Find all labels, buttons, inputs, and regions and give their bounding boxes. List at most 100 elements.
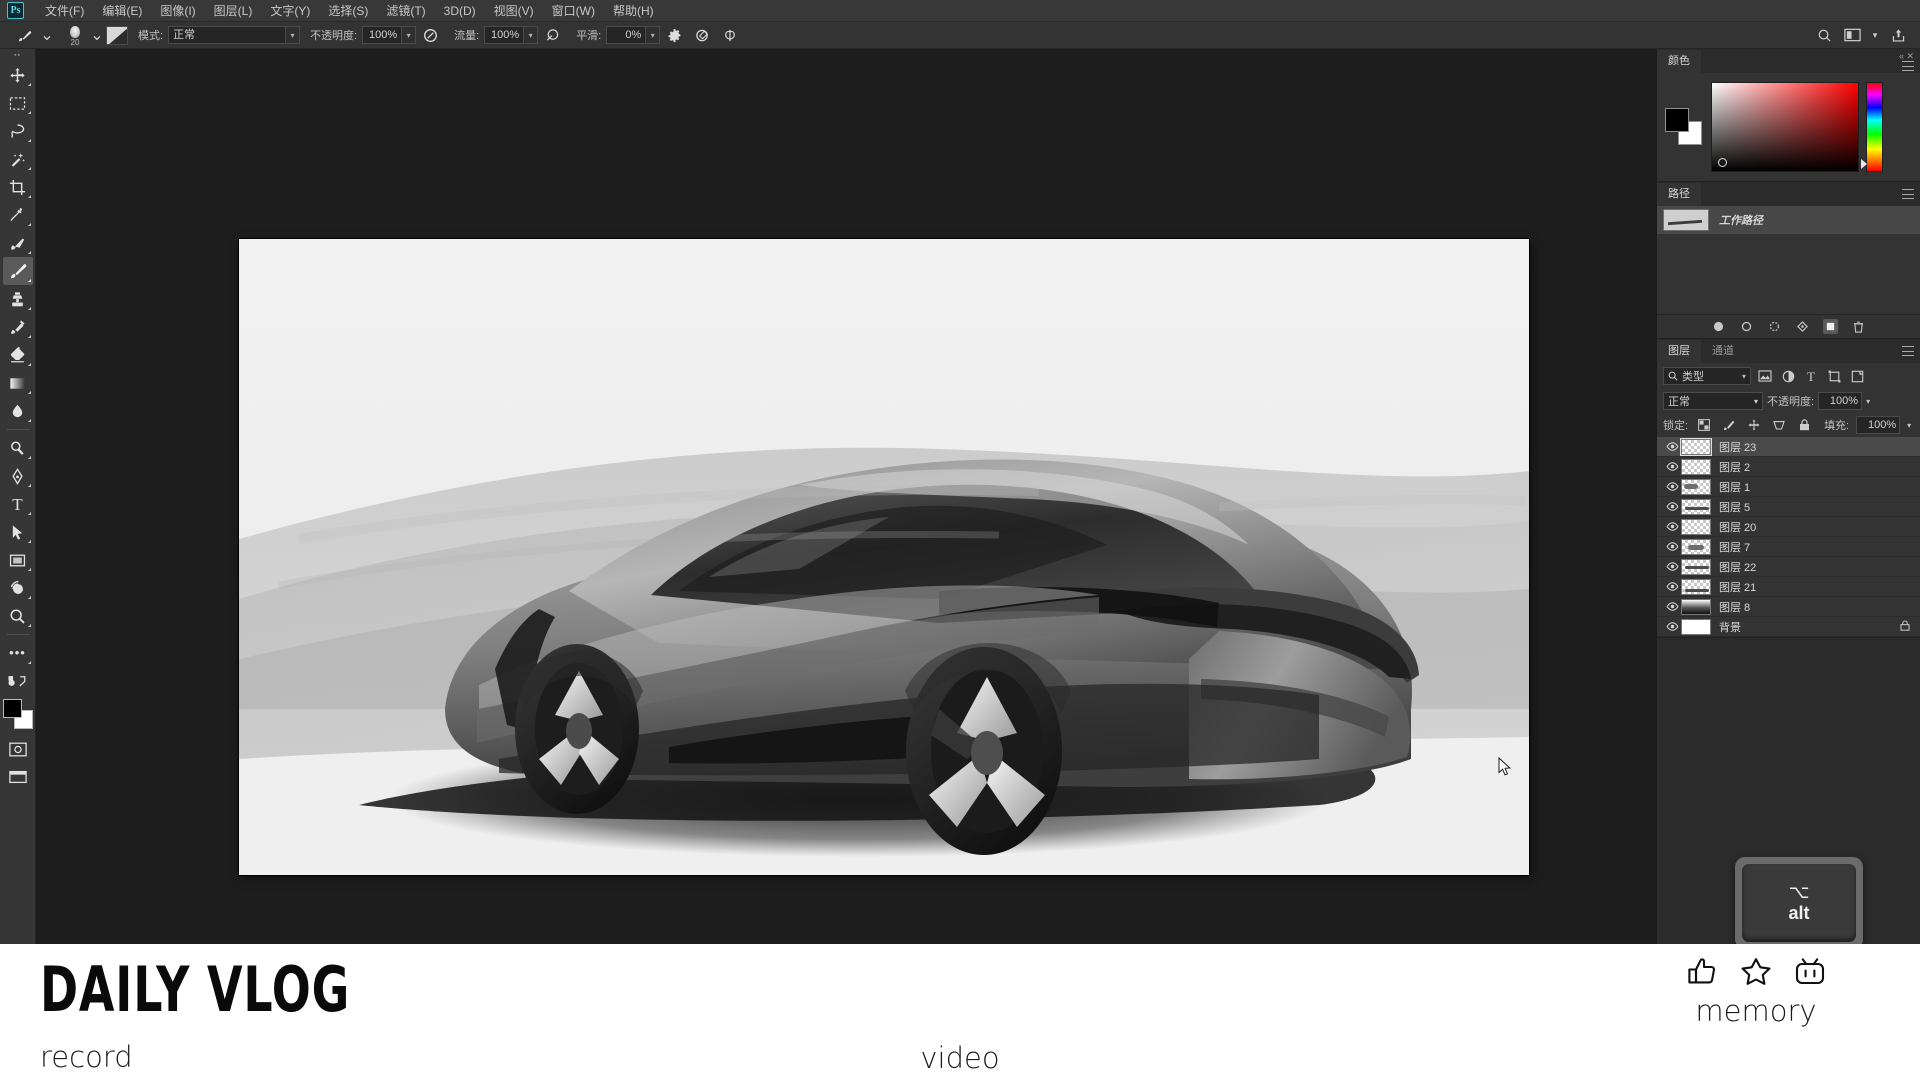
thumbs-up-icon[interactable] (1684, 954, 1720, 990)
smoothing-input[interactable]: 0% (606, 26, 647, 44)
layer-row-10[interactable]: 背景 (1657, 617, 1920, 637)
brush-preset-caret-icon[interactable]: ⌄ (40, 24, 53, 46)
move-tool[interactable] (3, 61, 33, 89)
layer-thumbnail[interactable] (1680, 437, 1712, 456)
menu-select[interactable]: 选择(S) (319, 2, 377, 20)
magic-wand-tool[interactable] (3, 145, 33, 173)
toolbar-grip[interactable]: ▪▪ (0, 49, 36, 61)
paths-panel-menu-icon[interactable] (1902, 189, 1914, 199)
tab-channels[interactable]: 通道 (1701, 340, 1745, 363)
menu-window[interactable]: 窗口(W) (543, 2, 604, 20)
layer-visibility-toggle[interactable] (1663, 462, 1681, 471)
brush-panel-toggle[interactable] (106, 25, 128, 45)
workspace-switcher-icon[interactable] (1841, 24, 1863, 46)
layer-visibility-toggle[interactable] (1663, 442, 1681, 451)
layer-visibility-toggle[interactable] (1663, 562, 1681, 571)
layer-filter-caret-icon[interactable]: ▾ (1742, 372, 1746, 381)
history-brush-tool[interactable] (3, 313, 33, 341)
make-work-path-icon[interactable] (1795, 319, 1810, 334)
screen-mode-toggle[interactable] (3, 763, 33, 791)
brush-tool[interactable] (2, 257, 33, 285)
layer-blend-mode-select[interactable]: 正常 ▾ (1663, 392, 1763, 410)
layer-thumbnail[interactable] (1681, 478, 1711, 495)
shape-filter-icon[interactable] (1825, 367, 1843, 385)
menu-3d[interactable]: 3D(D) (435, 2, 485, 20)
blend-mode-caret-icon[interactable]: ▾ (286, 26, 301, 44)
tab-paths[interactable]: 路径 (1657, 183, 1701, 206)
lock-transparent-pixels-icon[interactable] (1695, 416, 1713, 434)
pressure-size-icon[interactable] (691, 24, 713, 46)
workspace-caret-icon[interactable]: ▾ (1869, 24, 1881, 46)
brush-size-preview[interactable]: 20 (62, 24, 88, 47)
menu-type[interactable]: 文字(Y) (261, 2, 319, 20)
menu-layer[interactable]: 图层(L) (205, 2, 262, 20)
layers-panel-menu-icon[interactable] (1902, 346, 1914, 356)
search-icon[interactable] (1813, 24, 1835, 46)
stroke-path-icon[interactable] (1739, 319, 1754, 334)
menu-edit[interactable]: 编辑(E) (93, 2, 151, 20)
layer-thumbnail[interactable] (1681, 618, 1711, 635)
pixel-filter-icon[interactable] (1756, 367, 1774, 385)
foreground-color-swatch[interactable] (2, 699, 22, 718)
opacity-input[interactable]: 100% (362, 26, 403, 44)
quick-mask-toggle[interactable] (3, 735, 33, 763)
color-panel-swatches[interactable] (1665, 108, 1703, 146)
menu-file[interactable]: 文件(F) (36, 2, 93, 20)
type-filter-icon[interactable]: T (1802, 367, 1820, 385)
edit-toolbar-button[interactable] (3, 667, 33, 695)
color-picker-handle[interactable] (1718, 158, 1727, 167)
smart-object-filter-icon[interactable] (1848, 367, 1866, 385)
color-spectrum-field[interactable] (1711, 82, 1859, 172)
lock-all-icon[interactable] (1795, 416, 1813, 434)
delete-path-icon[interactable] (1851, 319, 1866, 334)
fill-path-icon[interactable] (1711, 319, 1726, 334)
layer-thumbnail[interactable] (1681, 458, 1711, 475)
layer-visibility-toggle[interactable] (1663, 522, 1681, 531)
lock-position-icon[interactable] (1745, 416, 1763, 434)
lock-artboard-icon[interactable] (1770, 416, 1788, 434)
clone-stamp-tool[interactable] (3, 285, 33, 313)
layer-row-3[interactable]: 图层 1 (1657, 477, 1920, 497)
type-tool[interactable]: T (3, 490, 33, 518)
eyedropper-tool[interactable] (3, 201, 33, 229)
new-path-icon[interactable] (1823, 319, 1838, 334)
layer-opacity-input[interactable]: 100% (1818, 392, 1863, 410)
layer-fill-input[interactable]: 100% (1856, 416, 1901, 434)
layer-blend-caret-icon[interactable]: ▾ (1754, 397, 1758, 406)
layer-row-4[interactable]: 图层 5 (1657, 497, 1920, 517)
layer-visibility-toggle[interactable] (1663, 502, 1681, 511)
layer-thumbnail[interactable] (1681, 498, 1711, 515)
layer-row-8[interactable]: 图层 21 (1657, 577, 1920, 597)
hue-slider-handle[interactable] (1861, 159, 1867, 169)
smoothing-caret-icon[interactable]: ▾ (646, 26, 661, 44)
hue-slider[interactable] (1861, 82, 1883, 172)
path-selection-tool[interactable] (3, 518, 33, 546)
layer-thumbnail[interactable] (1681, 518, 1711, 535)
layer-opacity-caret-icon[interactable]: ▾ (1866, 397, 1870, 406)
zoom-tool[interactable] (3, 602, 33, 630)
gradient-tool[interactable] (3, 369, 33, 397)
share-icon[interactable] (1887, 24, 1909, 46)
menu-image[interactable]: 图像(I) (151, 2, 204, 20)
eraser-tool[interactable] (3, 341, 33, 369)
blend-mode-select[interactable]: 正常 (168, 26, 287, 44)
layer-row-6[interactable]: 图层 7 (1657, 537, 1920, 557)
tab-layers[interactable]: 图层 (1657, 340, 1701, 363)
artboard[interactable] (239, 239, 1529, 875)
canvas-area[interactable] (36, 49, 1656, 944)
layer-thumbnail[interactable] (1681, 598, 1711, 615)
settings-gear-icon[interactable] (663, 24, 685, 46)
menu-view[interactable]: 视图(V) (485, 2, 543, 20)
opacity-caret-icon[interactable]: ▾ (402, 26, 417, 44)
orbit-3d-tool[interactable] (3, 574, 33, 602)
brush-tool-icon[interactable] (13, 24, 35, 46)
lock-image-pixels-icon[interactable] (1720, 416, 1738, 434)
layer-row-7[interactable]: 图层 22 (1657, 557, 1920, 577)
color-panel-menu-icon[interactable] (1902, 61, 1914, 71)
rectangle-shape-tool[interactable] (3, 546, 33, 574)
brush-settings-caret-icon[interactable]: ⌄ (90, 24, 103, 46)
adjustment-filter-icon[interactable] (1779, 367, 1797, 385)
airbrush-icon[interactable] (541, 24, 563, 46)
layer-visibility-toggle[interactable] (1663, 582, 1681, 591)
lasso-tool[interactable] (3, 117, 33, 145)
